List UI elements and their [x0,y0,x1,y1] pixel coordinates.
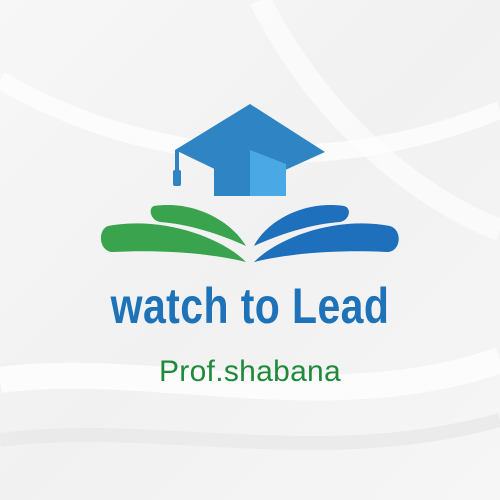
brand-name: watch to Lead [110,278,390,334]
tagline: Prof.shabana [158,355,342,388]
open-book-icon [100,205,399,262]
logo-graphic [100,104,399,262]
graduation-cap-icon [173,104,325,196]
